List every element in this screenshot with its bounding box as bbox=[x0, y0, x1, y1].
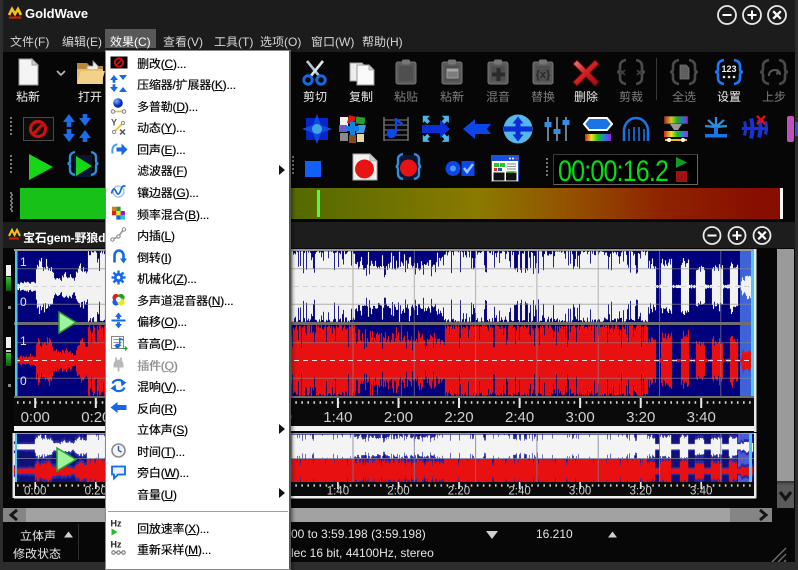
svg-text:Y: Y bbox=[111, 118, 117, 128]
svg-text:3:40: 3:40 bbox=[687, 409, 716, 426]
svg-text:2:00: 2:00 bbox=[384, 409, 413, 426]
svg-text:0:00: 0:00 bbox=[21, 409, 50, 426]
svg-text:1:40: 1:40 bbox=[323, 409, 352, 426]
svg-text:Hz: Hz bbox=[111, 518, 122, 528]
svg-text:2:20: 2:20 bbox=[444, 409, 473, 426]
svg-text:1: 1 bbox=[20, 334, 27, 348]
svg-text:1: 1 bbox=[20, 255, 27, 269]
svg-text:Hz: Hz bbox=[111, 540, 122, 550]
svg-text:0: 0 bbox=[20, 374, 27, 388]
svg-text:0: 0 bbox=[20, 295, 27, 309]
svg-text:3:20: 3:20 bbox=[626, 409, 655, 426]
svg-text:3:00: 3:00 bbox=[565, 409, 594, 426]
svg-text:{x}: {x} bbox=[536, 69, 551, 81]
svg-text:123: 123 bbox=[721, 64, 736, 74]
svg-text:2:40: 2:40 bbox=[505, 409, 534, 426]
